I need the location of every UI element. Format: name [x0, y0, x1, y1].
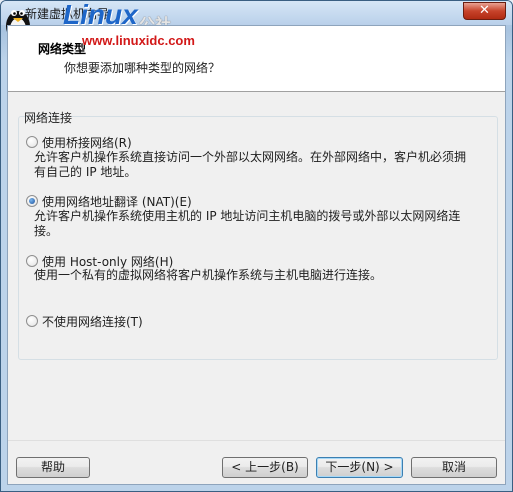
- option-label[interactable]: 不使用网络连接(T): [42, 313, 143, 330]
- group-label: 网络连接: [24, 111, 73, 125]
- option-description: 允许客户机操作系统直接访问一个外部以太网网络。在外部网络中，客户机必须拥有自己的…: [34, 150, 467, 179]
- page-subtitle: 你想要添加哪种类型的网络？: [64, 61, 221, 75]
- back-button[interactable]: < 上一步(B): [222, 457, 308, 478]
- option-description: 使用一个私有的虚拟网络将客户机操作系统与主机电脑进行连接。: [34, 268, 383, 282]
- option-label[interactable]: 使用桥接网络(R): [42, 134, 132, 151]
- radio-icon[interactable]: [26, 136, 38, 148]
- next-button[interactable]: 下一步(N) >: [316, 457, 403, 478]
- radio-icon[interactable]: [26, 255, 38, 267]
- radio-icon[interactable]: [26, 315, 38, 327]
- radio-icon[interactable]: [26, 195, 38, 207]
- close-icon: ✕: [479, 3, 490, 18]
- page-title: 网络类型: [38, 42, 87, 56]
- option-label[interactable]: 使用网络地址翻译 (NAT)(E): [42, 193, 192, 210]
- wizard-window: 新建虚拟机向导 ✕ Linux 公社 网络类型 你想要添加哪种类型的网络？ 网络…: [0, 0, 513, 492]
- watermark-url: www.linuxidc.com: [82, 33, 195, 48]
- cancel-button[interactable]: 取消: [411, 457, 497, 478]
- close-button[interactable]: ✕: [463, 2, 506, 20]
- wizard-client-area: 网络类型 你想要添加哪种类型的网络？ 网络连接 使用桥接网络(R) 允许客户机操…: [7, 25, 506, 485]
- help-button[interactable]: 帮助: [16, 457, 90, 478]
- option-description: 允许客户机操作系统使用主机的 IP 地址访问主机电脑的拨号或外部以太网网络连接。: [34, 209, 461, 238]
- footer-divider: [8, 440, 505, 441]
